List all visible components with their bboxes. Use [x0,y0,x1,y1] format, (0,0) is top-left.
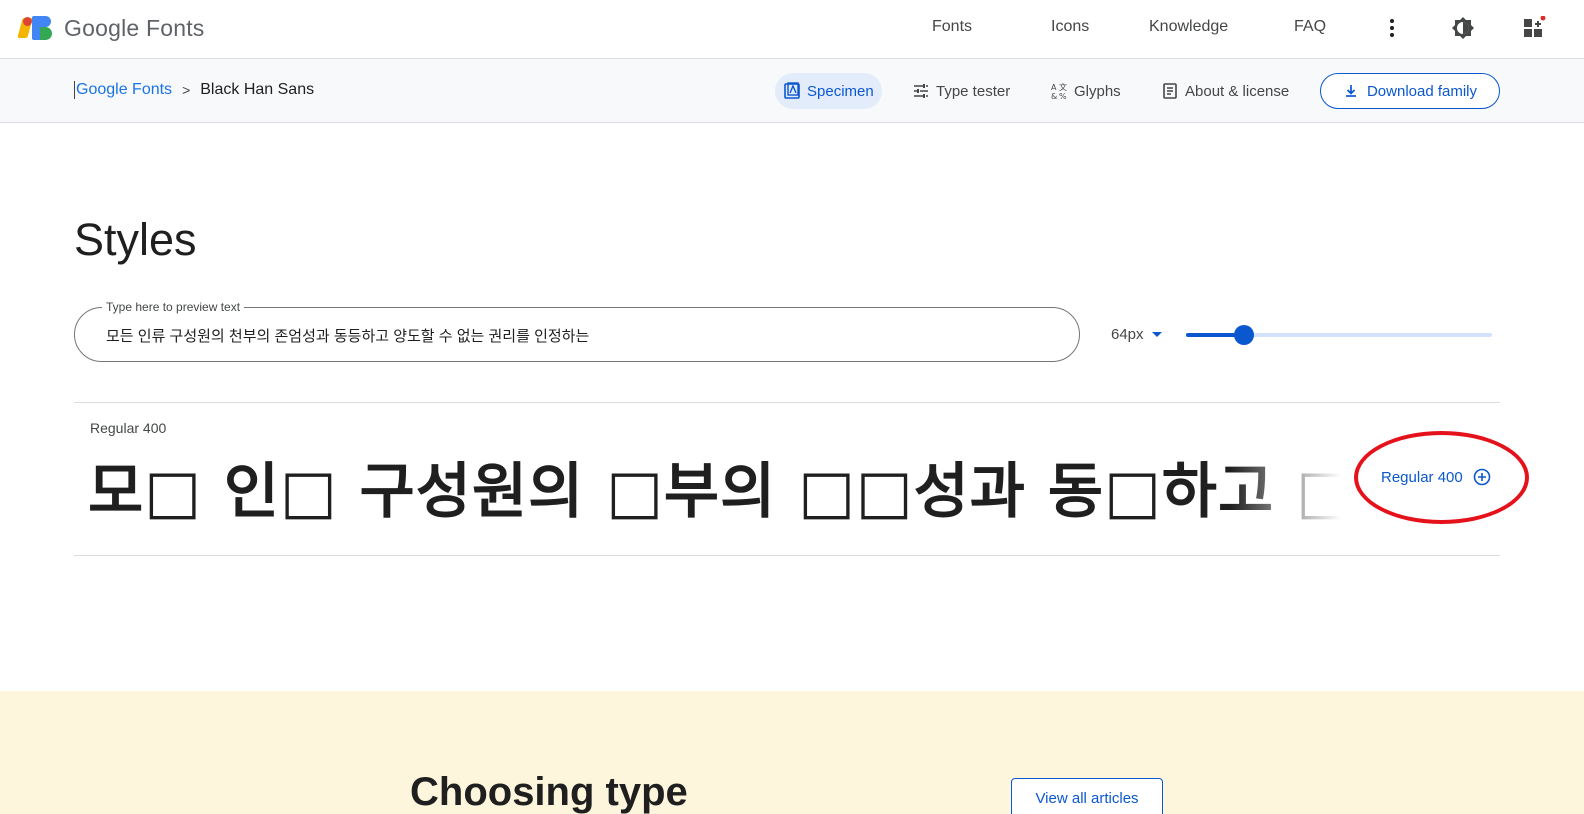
nav-faq[interactable]: FAQ [1294,18,1326,36]
tab-about-license-label: About & license [1185,82,1290,100]
theme-toggle-icon[interactable] [1451,16,1475,40]
glyphs-icon: A 文&% [1051,82,1067,100]
breadcrumb: Google Fonts > Black Han Sans [74,81,314,99]
view-all-articles-label: View all articles [1035,789,1139,807]
font-size-select[interactable]: 64px [1111,326,1162,343]
view-all-articles-button[interactable]: View all articles [1011,778,1163,814]
top-header: Google Fonts Fonts Icons Knowledge FAQ [0,0,1584,59]
svg-text:&: & [1051,92,1057,100]
specimen-fade [1230,452,1360,532]
download-family-button[interactable]: Download family [1320,73,1500,109]
article-icon [1163,83,1177,99]
tab-type-tester[interactable]: Type tester [904,73,1018,109]
styles-heading: Styles [74,214,197,265]
tab-specimen-label: Specimen [807,82,874,100]
svg-text:A: A [1051,83,1057,92]
nav-fonts[interactable]: Fonts [932,18,972,36]
style-name: Regular 400 [90,420,167,436]
breadcrumb-google-fonts-link[interactable]: Google Fonts [74,81,172,99]
slider-thumb[interactable] [1234,325,1254,345]
articles-heading: Choosing type [410,770,688,814]
breadcrumb-current: Black Han Sans [200,81,315,98]
tune-icon [914,84,928,98]
font-size-value: 64px [1111,326,1144,343]
preview-text-label: Type here to preview text [102,300,245,314]
breadcrumb-separator: > [182,82,191,98]
style-row-top-divider [74,402,1500,403]
nav-icons[interactable]: Icons [1051,18,1089,36]
annotation-circle [1354,431,1529,524]
tab-type-tester-label: Type tester [936,82,1011,100]
style-specimen: 모□ 인□ 구성원의 □부의 □□성과 동□하고 □도□ [88,452,1358,532]
apps-grid-icon[interactable] [1522,16,1546,40]
specimen-text: 모□ 인□ 구성원의 □부의 □□성과 동□하고 □도□ [88,457,1358,527]
more-vert-icon[interactable] [1380,16,1404,40]
articles-section [0,691,1584,814]
caret-down-icon [1151,332,1162,337]
google-fonts-logo-icon [17,14,52,42]
download-icon [1345,85,1356,97]
font-size-slider[interactable] [1186,333,1492,337]
tab-glyphs-label: Glyphs [1074,82,1121,100]
download-family-label: Download family [1366,82,1478,100]
svg-text:%: % [1059,92,1067,100]
tab-glyphs[interactable]: A 文 &% Glyphs [1042,73,1129,109]
google-fonts-logo[interactable]: Google Fonts [17,14,205,42]
tab-about-license[interactable]: About & license [1153,73,1297,109]
nav-knowledge[interactable]: Knowledge [1149,18,1228,36]
preview-text-value[interactable]: 모든 인류 구성원의 천부의 존엄성과 동등하고 양도할 수 없는 권리를 인정… [106,325,589,346]
font-subnav: Google Fonts > Black Han Sans Specimen T… [0,59,1584,123]
svg-text:文: 文 [1059,82,1067,92]
style-row-bottom-divider [74,555,1500,556]
tab-specimen[interactable]: Specimen [775,73,882,109]
logo-text: Google Fonts [64,14,205,41]
specimen-icon [784,82,800,99]
